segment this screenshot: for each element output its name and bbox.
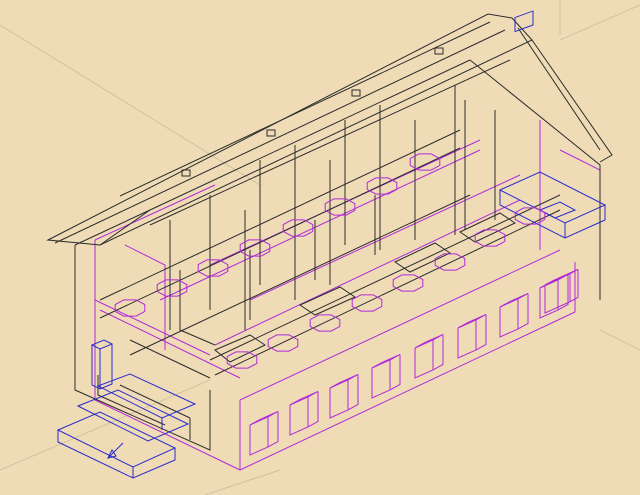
chair bbox=[371, 359, 391, 399]
chair bbox=[289, 396, 309, 436]
octagonal-table bbox=[226, 351, 258, 369]
chair bbox=[457, 319, 477, 359]
chair bbox=[329, 373, 359, 389]
chair bbox=[267, 411, 279, 448]
chair bbox=[432, 334, 444, 371]
chair bbox=[347, 374, 359, 411]
octagonal-table bbox=[309, 314, 341, 332]
chair bbox=[414, 339, 434, 379]
octagonal-table bbox=[282, 219, 314, 237]
chair bbox=[517, 293, 529, 330]
wireframe-canvas[interactable] bbox=[0, 0, 640, 495]
octagonal-table bbox=[156, 279, 188, 297]
chair bbox=[499, 298, 519, 338]
octagonal-table bbox=[114, 299, 146, 317]
furniture-wireframes bbox=[56, 10, 607, 479]
chair bbox=[539, 279, 559, 319]
structure-wireframes bbox=[46, 13, 613, 451]
octagonal-table bbox=[434, 253, 466, 271]
chair-row bbox=[249, 268, 579, 456]
chair bbox=[307, 391, 319, 428]
chair bbox=[329, 379, 349, 419]
chair bbox=[249, 410, 279, 426]
chair bbox=[371, 353, 401, 369]
axis-guides bbox=[0, 0, 640, 495]
3d-model-viewport[interactable] bbox=[0, 0, 640, 495]
octagonal-table bbox=[351, 294, 383, 312]
cabinet bbox=[544, 268, 579, 286]
chair bbox=[475, 314, 487, 351]
chair bbox=[289, 390, 319, 406]
chair bbox=[414, 333, 444, 349]
octagonal-table bbox=[197, 259, 229, 277]
chair bbox=[457, 313, 487, 329]
chair bbox=[499, 292, 529, 308]
octagonal-table bbox=[366, 177, 398, 195]
chair bbox=[249, 416, 269, 456]
chair bbox=[389, 354, 401, 391]
cabinet bbox=[569, 269, 579, 303]
